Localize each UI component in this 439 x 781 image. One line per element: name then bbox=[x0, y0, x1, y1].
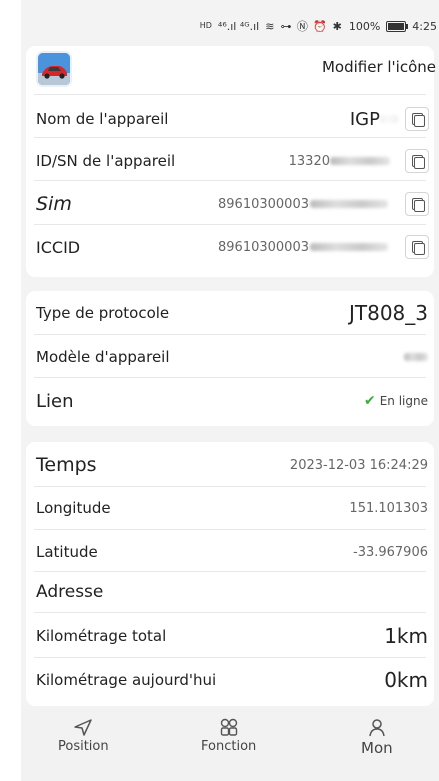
device-id-value: 13320 bbox=[288, 153, 330, 169]
link-row: Lien ✔ En ligne bbox=[26, 387, 434, 415]
latitude-row: Latitude -33.967906 bbox=[26, 539, 434, 565]
model-label: Modèle d'appareil bbox=[36, 348, 170, 366]
divider bbox=[34, 137, 426, 138]
navigation-arrow-icon bbox=[74, 719, 93, 736]
divider bbox=[34, 377, 426, 378]
divider bbox=[34, 180, 426, 181]
divider bbox=[34, 334, 426, 335]
longitude-label: Longitude bbox=[36, 499, 111, 517]
device-name-value: IGP bbox=[349, 108, 380, 130]
location-card: Temps 2023-12-03 16:24:29 Longitude 151.… bbox=[26, 442, 434, 706]
divider bbox=[34, 224, 426, 225]
copy-icon[interactable] bbox=[405, 192, 429, 216]
total-km-label: Kilométrage total bbox=[36, 627, 167, 645]
copy-icon[interactable] bbox=[405, 149, 429, 173]
tab-mon[interactable]: Mon bbox=[361, 717, 393, 757]
longitude-row: Longitude 151.101303 bbox=[26, 495, 434, 521]
sim-row: Sim 89610300003 bbox=[26, 191, 434, 217]
tab-function[interactable]: Fonction bbox=[201, 717, 256, 754]
tab-position-label: Position bbox=[58, 739, 109, 754]
divider bbox=[34, 657, 426, 658]
total-km-value: 1km bbox=[384, 624, 428, 648]
today-km-row: Kilométrage aujourd'hui 0km bbox=[26, 666, 434, 694]
copy-icon[interactable] bbox=[405, 235, 429, 259]
address-label: Adresse bbox=[36, 582, 104, 602]
today-km-value: 0km bbox=[384, 668, 428, 692]
status-bar: HD ⁴⁶.ıl ⁴ᴳ.ıl ≋ ⊶ Ⓝ ⏰ ✱ 100% 4:25 bbox=[21, 0, 439, 48]
iccid-row: ICCID 89610300003 bbox=[26, 234, 434, 260]
device-name-row: Nom de l'appareil IGP bbox=[26, 106, 434, 132]
tab-function-label: Fonction bbox=[201, 739, 257, 754]
tab-position[interactable]: Position bbox=[58, 717, 109, 754]
divider bbox=[34, 612, 426, 613]
time-label: Temps bbox=[36, 454, 97, 476]
device-detail-screen: HD ⁴⁶.ıl ⁴ᴳ.ıl ≋ ⊶ Ⓝ ⏰ ✱ 100% 4:25 Modif… bbox=[21, 0, 439, 781]
device-id-row: ID/SN de l'appareil 13320 bbox=[26, 148, 434, 174]
battery-percent: 100% bbox=[348, 19, 381, 33]
divider bbox=[34, 529, 426, 530]
sim-label: Sim bbox=[36, 193, 72, 215]
status-icons: ⊶ Ⓝ ⏰ ✱ bbox=[280, 20, 343, 33]
check-icon: ✔ bbox=[363, 393, 376, 409]
car-icon[interactable] bbox=[36, 51, 72, 87]
total-km-row: Kilométrage total 1km bbox=[26, 622, 434, 650]
link-status-text: En ligne bbox=[379, 394, 428, 408]
longitude-value: 151.101303 bbox=[349, 500, 428, 516]
device-info-card: Modifier l'icône Nom de l'appareil IGP I… bbox=[26, 46, 436, 277]
time-row: Temps 2023-12-03 16:24:29 bbox=[26, 450, 434, 480]
today-km-label: Kilométrage aujourd'hui bbox=[36, 671, 217, 689]
left-margin bbox=[0, 0, 21, 781]
protocol-label: Type de protocole bbox=[36, 304, 170, 322]
signal-icon: ⁴⁶.ıl ⁴ᴳ.ıl bbox=[217, 19, 260, 33]
wifi-icon: ≋ bbox=[265, 19, 275, 33]
address-row: Adresse bbox=[26, 578, 434, 606]
link-status: ✔ En ligne bbox=[364, 393, 428, 409]
device-id-label: ID/SN de l'appareil bbox=[36, 152, 176, 170]
sim-value: 89610300003 bbox=[218, 196, 309, 212]
tab-mon-label: Mon bbox=[361, 739, 393, 757]
divider bbox=[34, 571, 426, 572]
time-value: 2023-12-03 16:24:29 bbox=[289, 457, 428, 473]
clock: 4:25 bbox=[412, 19, 437, 33]
link-label: Lien bbox=[36, 390, 74, 412]
protocol-card: Type de protocole JT808_3 Modèle d'appar… bbox=[26, 291, 434, 426]
bottom-tab-bar: Position Fonction Mon bbox=[21, 709, 439, 781]
protocol-row: Type de protocole JT808_3 bbox=[26, 299, 434, 327]
edit-icon-button[interactable]: Modifier l'icône bbox=[322, 58, 436, 76]
iccid-label: ICCID bbox=[36, 237, 81, 257]
latitude-value: -33.967906 bbox=[353, 544, 428, 560]
divider bbox=[34, 486, 426, 487]
iccid-value: 89610300003 bbox=[218, 239, 309, 255]
model-row: Modèle d'appareil bbox=[26, 344, 434, 370]
copy-icon[interactable] bbox=[405, 107, 429, 131]
latitude-label: Latitude bbox=[36, 543, 98, 561]
sim-hd-indicator: HD bbox=[199, 21, 212, 30]
divider bbox=[34, 94, 426, 95]
battery-icon bbox=[386, 20, 409, 32]
protocol-value: JT808_3 bbox=[348, 301, 428, 325]
user-icon bbox=[369, 719, 385, 737]
grid-apps-icon bbox=[220, 718, 237, 736]
device-name-label: Nom de l'appareil bbox=[36, 110, 169, 128]
